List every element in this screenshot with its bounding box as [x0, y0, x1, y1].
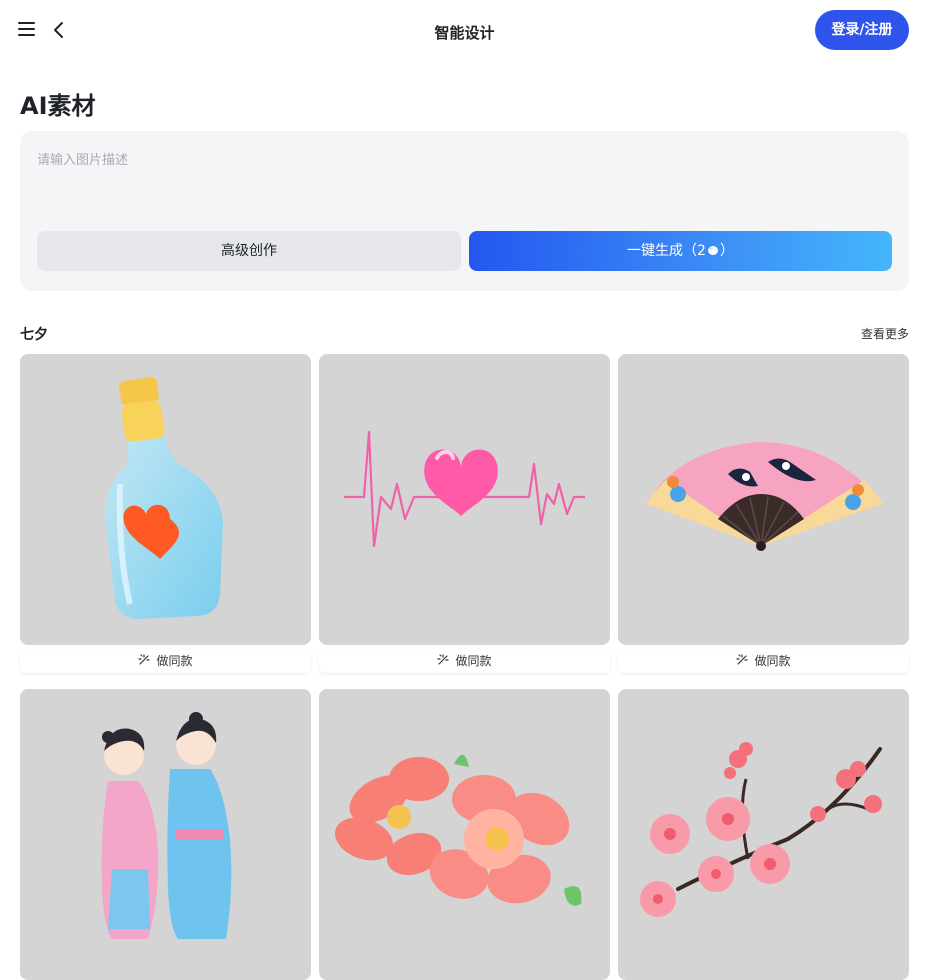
section-heading: AI素材	[20, 92, 96, 120]
material-card[interactable]	[20, 689, 311, 980]
page-title: 智能设计	[434, 24, 495, 42]
magic-wand-icon	[437, 654, 450, 665]
magic-wand-icon	[736, 654, 749, 665]
plum-blossom-branch-image	[618, 689, 909, 980]
heartbeat-image	[319, 354, 610, 645]
make-same-button[interactable]: 做同款	[618, 649, 909, 673]
perfume-bottle-image	[20, 354, 311, 645]
make-same-label: 做同款	[754, 654, 791, 668]
material-card[interactable]: 做同款	[319, 354, 610, 673]
material-card[interactable]: 做同款	[20, 354, 311, 673]
top-bar: 智能设计 登录/注册	[0, 0, 929, 62]
hanfu-couple-image	[20, 689, 311, 980]
category-title: 七夕	[20, 327, 48, 343]
folding-fan-image	[618, 354, 909, 645]
make-same-label: 做同款	[156, 654, 193, 668]
material-card[interactable]: 做同款	[618, 354, 909, 673]
make-same-button[interactable]: 做同款	[319, 649, 610, 673]
peach-blossom-image	[319, 689, 610, 980]
one-click-generate-button[interactable]: 一键生成（2 ）	[469, 231, 892, 271]
make-same-button[interactable]: 做同款	[20, 649, 311, 673]
material-card[interactable]	[319, 689, 610, 980]
prompt-description-input[interactable]	[37, 149, 892, 219]
bean-coin-icon	[707, 246, 718, 255]
view-more-link[interactable]: 查看更多	[861, 325, 909, 342]
generate-label: 一键生成（2	[627, 243, 706, 259]
login-register-button[interactable]: 登录/注册	[815, 10, 909, 50]
prompt-card: 高级创作 一键生成（2 ）	[20, 131, 909, 291]
advanced-create-button[interactable]: 高级创作	[37, 231, 461, 271]
material-card[interactable]	[618, 689, 909, 980]
make-same-label: 做同款	[455, 654, 492, 668]
magic-wand-icon	[138, 654, 151, 665]
generate-label-suffix: ）	[719, 243, 734, 259]
